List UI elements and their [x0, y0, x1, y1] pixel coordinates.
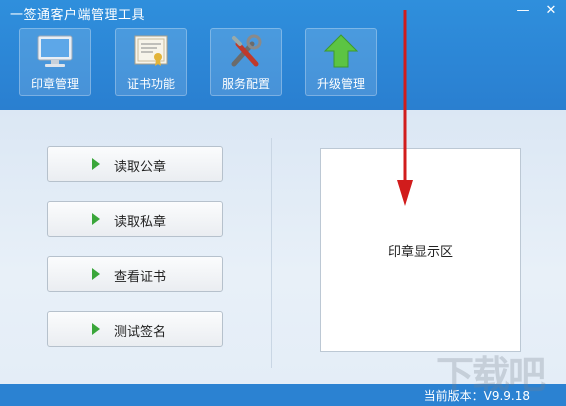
certificate-icon [134, 35, 168, 66]
button-label: 读取私章 [114, 215, 167, 230]
toolbar-service-config[interactable]: 服务配置 [210, 28, 282, 96]
minimize-icon[interactable]: — [510, 0, 536, 22]
tools-icon [231, 34, 262, 67]
toolbar-label: 升级管理 [316, 77, 365, 91]
test-signature-button[interactable]: 测试签名 [47, 311, 223, 347]
read-public-seal-button[interactable]: 读取公章 [47, 146, 223, 182]
button-label: 读取公章 [114, 160, 167, 175]
stamp-display-area: 印章显示区 [320, 148, 521, 352]
monitor-icon [37, 35, 73, 67]
annotation-arrow-icon [397, 10, 413, 206]
button-label: 查看证书 [114, 270, 167, 285]
toolbar-seal-management[interactable]: 印章管理 [19, 28, 91, 96]
app-window: 一签通客户端管理工具 — ✕ 印章管理 证书功能 服务配置 升级管理 读取公章 … [0, 0, 566, 406]
read-private-seal-button[interactable]: 读取私章 [47, 201, 223, 237]
play-icon [92, 268, 100, 280]
close-icon[interactable]: ✕ [538, 0, 564, 22]
window-title: 一签通客户端管理工具 [10, 8, 146, 23]
toolbar-certificate[interactable]: 证书功能 [115, 28, 187, 96]
toolbar-label: 服务配置 [221, 77, 270, 91]
play-icon [92, 323, 100, 335]
toolbar-label: 证书功能 [126, 77, 175, 91]
view-certificate-button[interactable]: 查看证书 [47, 256, 223, 292]
play-icon [92, 158, 100, 170]
watermark-logo: 下载吧 [436, 353, 546, 397]
title-toolbar: 一签通客户端管理工具 — ✕ 印章管理 证书功能 服务配置 升级管理 [0, 0, 566, 110]
main-panel: 读取公章 读取私章 查看证书 测试签名 印章显示区 [0, 110, 566, 384]
toolbar-upgrade[interactable]: 升级管理 [305, 28, 377, 96]
panel-divider [271, 138, 272, 368]
upgrade-arrow-icon [323, 34, 359, 68]
toolbar-label: 印章管理 [30, 77, 79, 91]
play-icon [92, 213, 100, 225]
button-label: 测试签名 [114, 325, 167, 340]
stamp-display-label: 印章显示区 [387, 245, 453, 260]
